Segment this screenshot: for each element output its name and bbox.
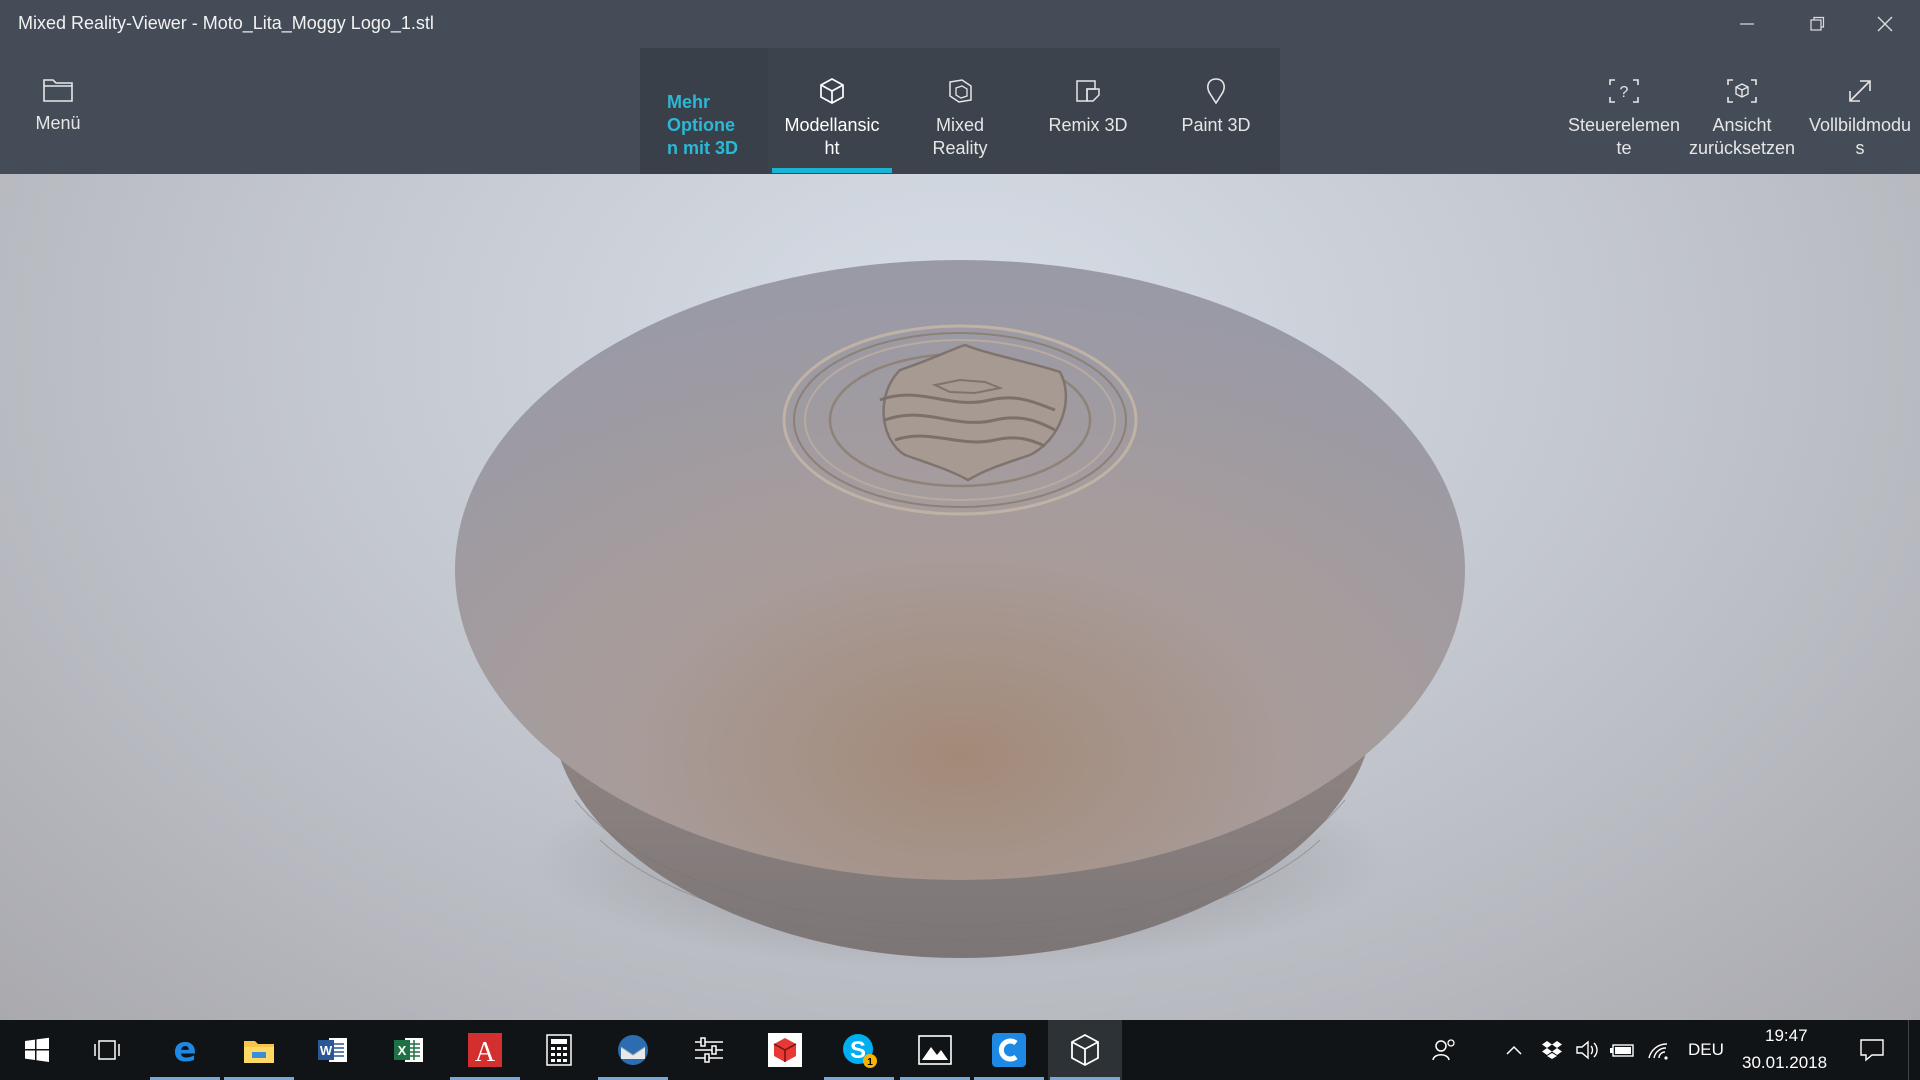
tab-mixed-reality[interactable]: Mixed Reality <box>896 48 1024 174</box>
svg-text:e: e <box>173 1033 196 1067</box>
paint3d-icon <box>1207 78 1225 105</box>
controls-button[interactable]: ? Steuerelemen te <box>1564 48 1684 174</box>
file-explorer-icon <box>244 1041 274 1063</box>
3d-model[interactable] <box>0 174 1920 1020</box>
taskbar-thunderbird[interactable] <box>596 1020 670 1080</box>
title-bar: Mixed Reality-Viewer - Moto_Lita_Moggy L… <box>0 0 1920 48</box>
restore-icon <box>1810 16 1825 31</box>
taskbar-skype[interactable]: S 1 <box>822 1020 896 1080</box>
taskbar: e W X A S 1 DEU 19:47 30.01.2018 <box>0 1020 1920 1080</box>
notification-icon <box>1860 1039 1884 1062</box>
more-options-button[interactable]: Mehr Optione n mit 3D <box>640 48 768 174</box>
input-language[interactable]: DEU <box>1688 1040 1724 1060</box>
taskbar-edge[interactable]: e <box>148 1020 222 1080</box>
selected-tab-indicator <box>772 168 892 173</box>
taskbar-file-explorer[interactable] <box>222 1020 296 1080</box>
chevron-up-icon <box>1506 1045 1522 1055</box>
taskbar-cura[interactable] <box>972 1020 1046 1080</box>
controls-label: Steuerelemen te <box>1567 115 1681 158</box>
reset-view-button[interactable]: Ansicht zurücksetzen <box>1684 48 1800 174</box>
taskbar-calculator[interactable] <box>522 1020 596 1080</box>
reset-view-label: Ansicht zurücksetzen <box>1688 115 1796 158</box>
battery-icon <box>1610 1044 1634 1057</box>
cura-icon <box>992 1033 1026 1067</box>
tray-overflow-button[interactable] <box>1498 1020 1530 1080</box>
people-button[interactable] <box>1424 1020 1464 1080</box>
tray-battery[interactable] <box>1606 1020 1640 1080</box>
tab-label: Mixed Reality <box>932 115 988 158</box>
tab-paint-3d[interactable]: Paint 3D <box>1152 48 1280 174</box>
svg-text:W: W <box>320 1043 333 1058</box>
task-view-icon <box>94 1040 120 1060</box>
tab-label: Modellansic ht <box>784 115 880 158</box>
close-icon <box>1877 16 1893 32</box>
svg-text:A: A <box>475 1037 496 1068</box>
menu-label: Menü <box>35 113 81 133</box>
restore-button[interactable] <box>1782 0 1852 48</box>
remix3d-icon <box>1076 80 1100 102</box>
taskbar-settings-sliders[interactable] <box>672 1020 746 1080</box>
svg-text:?: ? <box>1620 84 1629 101</box>
mixed-reality-icon <box>949 79 972 103</box>
excel-icon: X <box>394 1038 423 1062</box>
clock-date[interactable]: 30.01.2018 <box>1742 1053 1827 1073</box>
task-view-button[interactable] <box>70 1020 144 1080</box>
dropbox-icon <box>1542 1041 1562 1059</box>
3d-builder-icon <box>768 1033 802 1067</box>
start-icon <box>25 1037 49 1062</box>
taskbar-excel[interactable]: X <box>372 1020 446 1080</box>
edge-icon: e <box>173 1033 196 1067</box>
folder-icon <box>43 79 73 102</box>
tray-dropbox[interactable] <box>1536 1020 1568 1080</box>
tab-label: Paint 3D <box>1181 115 1251 135</box>
taskbar-word[interactable]: W <box>296 1020 370 1080</box>
word-icon: W <box>318 1038 347 1062</box>
tab-remix-3d[interactable]: Remix 3D <box>1024 48 1152 174</box>
more-options-label: Mehr Optione n mit 3D <box>667 92 739 158</box>
window-title: Mixed Reality-Viewer - Moto_Lita_Moggy L… <box>18 13 434 33</box>
people-icon <box>1432 1039 1455 1061</box>
skype-icon: S 1 <box>843 1034 877 1068</box>
taskbar-3d-builder[interactable] <box>748 1020 822 1080</box>
fullscreen-icon <box>1849 80 1871 102</box>
cube-icon <box>820 78 844 104</box>
close-button[interactable] <box>1850 0 1920 48</box>
controls-help-icon: ? <box>1609 79 1639 103</box>
reset-view-icon <box>1727 79 1757 103</box>
acrobat-icon: A <box>468 1033 502 1068</box>
taskbar-acrobat[interactable]: A <box>448 1020 522 1080</box>
tab-label: Remix 3D <box>1048 115 1128 135</box>
photos-icon <box>918 1035 952 1065</box>
menu-button[interactable]: Menü <box>16 48 100 174</box>
minimize-icon <box>1740 23 1754 25</box>
fullscreen-button[interactable]: Vollbildmodu s <box>1800 48 1920 174</box>
calculator-icon <box>546 1034 572 1066</box>
svg-text:X: X <box>398 1043 407 1058</box>
tray-volume[interactable] <box>1570 1020 1604 1080</box>
taskbar-mixed-reality-viewer[interactable] <box>1048 1020 1122 1080</box>
fullscreen-label: Vollbildmodu s <box>1808 115 1912 158</box>
wifi-icon <box>1648 1043 1668 1060</box>
minimize-button[interactable] <box>1712 0 1782 48</box>
start-button[interactable] <box>0 1020 74 1080</box>
skype-badge: 1 <box>867 1057 873 1068</box>
volume-icon <box>1576 1040 1598 1060</box>
clock-time[interactable]: 19:47 <box>1765 1026 1808 1046</box>
tray-wifi[interactable] <box>1642 1020 1676 1080</box>
settings-sliders-icon <box>695 1037 723 1063</box>
model-viewport[interactable] <box>0 174 1920 1020</box>
tab-model-view[interactable]: Modellansic ht <box>768 48 896 174</box>
action-center-button[interactable] <box>1852 1020 1892 1080</box>
show-desktop-button[interactable] <box>1908 1020 1913 1080</box>
thunderbird-icon <box>618 1035 648 1065</box>
taskbar-photos[interactable] <box>898 1020 972 1080</box>
mixed-reality-viewer-icon <box>1071 1033 1099 1067</box>
